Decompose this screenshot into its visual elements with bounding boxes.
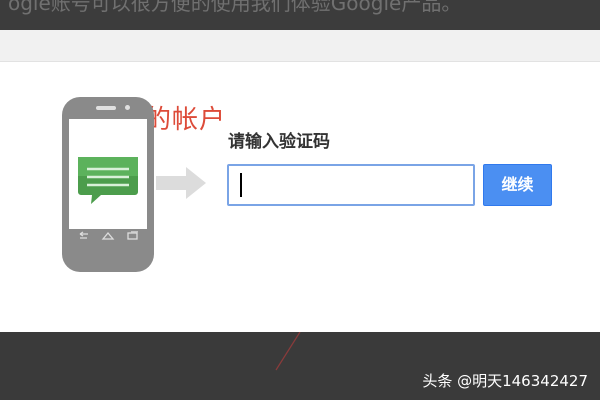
continue-button[interactable]: 继续 — [483, 164, 552, 206]
arrow-right-icon — [156, 167, 206, 199]
article-text-band: ogle账号可以很方便的使用我们体验Google产品。 — [0, 0, 600, 30]
code-prompt-label: 请输入验证码 — [228, 132, 330, 152]
article-text: ogle账号可以很方便的使用我们体验Google产品。 — [8, 0, 462, 15]
footer-band: 头条 @明天146342427 — [0, 332, 600, 400]
chat-bubble-icon — [78, 157, 138, 204]
phone-camera — [125, 105, 130, 110]
recent-apps-icon — [127, 231, 138, 240]
watermark-label: 头条 @明天146342427 — [422, 372, 588, 390]
header-bar — [0, 30, 600, 62]
home-icon — [101, 231, 115, 240]
text-caret — [240, 173, 242, 197]
back-icon — [79, 231, 88, 239]
phone-icon — [62, 97, 154, 272]
phone-nav-bar — [79, 231, 138, 240]
verification-code-input[interactable] — [227, 164, 475, 206]
phone-screen — [69, 119, 147, 229]
phone-speaker — [96, 106, 116, 110]
